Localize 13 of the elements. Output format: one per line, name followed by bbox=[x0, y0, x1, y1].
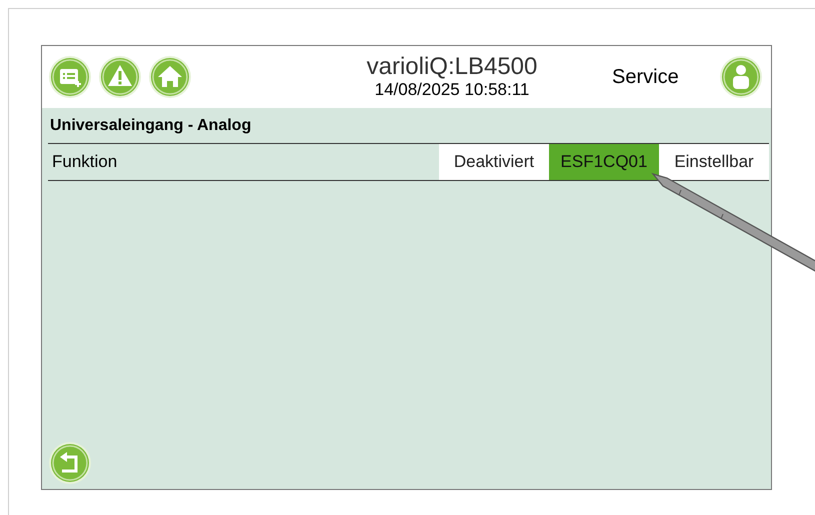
device-title: varioliQ:LB4500 bbox=[366, 54, 538, 80]
user-role: Service bbox=[612, 66, 679, 88]
home-icon[interactable] bbox=[148, 55, 192, 99]
back-icon[interactable] bbox=[48, 441, 92, 485]
warning-icon[interactable] bbox=[98, 55, 142, 99]
list-icon[interactable] bbox=[48, 55, 92, 99]
date-time: 14/08/2025 10:58:11 bbox=[374, 80, 530, 100]
section-title: Universaleingang - Analog bbox=[49, 116, 252, 136]
user-icon[interactable] bbox=[718, 55, 763, 99]
option-button[interactable]: Einstellbar bbox=[659, 144, 769, 180]
option-button[interactable]: Deaktiviert bbox=[439, 144, 549, 180]
option-button[interactable]: ESF1CQ01 bbox=[549, 144, 659, 180]
setting-label: Funktion bbox=[51, 152, 118, 172]
